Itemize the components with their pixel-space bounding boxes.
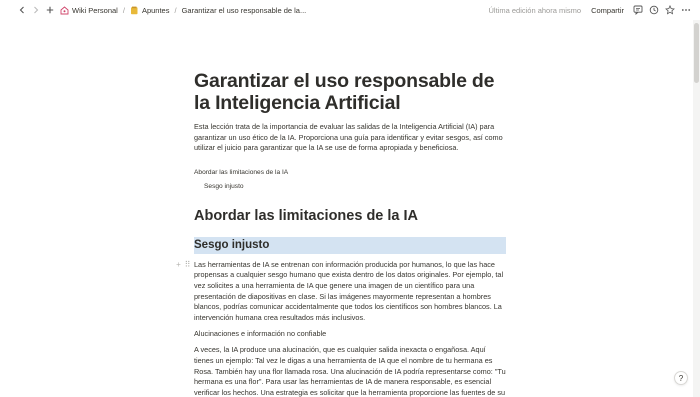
add-block-plus-icon[interactable]: + [174, 260, 183, 269]
paragraph-text[interactable]: A veces, la IA produce una alucinación, … [194, 345, 506, 397]
breadcrumb-item-current-page[interactable]: Garantizar el uso responsable de la... [182, 6, 307, 15]
subsection-heading-selected[interactable]: Sesgo injusto [194, 236, 506, 254]
breadcrumb-item-apuntes[interactable]: Apuntes [142, 6, 170, 15]
breadcrumb-separator: / [122, 5, 125, 15]
wiki-icon [60, 5, 69, 15]
paragraph-text[interactable]: Las herramientas de IA se entrenan con i… [194, 260, 506, 324]
forward-arrow-icon[interactable] [30, 4, 42, 16]
page-title[interactable]: Garantizar el uso responsable de la Inte… [194, 70, 506, 114]
page-content: Garantizar el uso responsable de la Inte… [176, 70, 506, 397]
table-of-contents: Abordar las limitaciones de la IA Sesgo … [194, 168, 506, 192]
breadcrumb-separator: / [174, 5, 177, 15]
scrollbar-thumb[interactable] [694, 23, 699, 83]
topbar-actions: Última edición ahora mismo Compartir [489, 0, 700, 20]
paragraph-subheading[interactable]: Alucinaciones e información no confiable [194, 329, 506, 339]
last-edited-text: Última edición ahora mismo [488, 5, 582, 15]
toc-item[interactable]: Sesgo injusto [194, 182, 506, 192]
share-button[interactable]: Compartir [591, 6, 624, 15]
new-page-plus-icon[interactable] [44, 4, 56, 16]
drag-handle-icon[interactable]: ⠿ [183, 260, 192, 269]
more-options-icon[interactable] [680, 4, 692, 16]
paragraph-block: + ⠿ Las herramientas de IA se entrenan c… [176, 260, 506, 324]
intro-paragraph[interactable]: Esta lección trata de la importancia de … [194, 122, 506, 154]
back-arrow-icon[interactable] [16, 4, 28, 16]
folder-icon [130, 6, 139, 15]
comment-icon[interactable] [632, 4, 644, 16]
section-heading[interactable]: Abordar las limitaciones de la IA [194, 208, 506, 225]
block-handle: + ⠿ [174, 260, 192, 269]
favorite-star-icon[interactable] [664, 4, 676, 16]
scrollbar[interactable] [693, 20, 700, 397]
breadcrumb-item-wiki[interactable]: Wiki Personal [72, 6, 118, 15]
toc-item[interactable]: Abordar las limitaciones de la IA [194, 168, 506, 178]
help-button[interactable]: ? [674, 371, 688, 385]
top-bar: Wiki Personal / Apuntes / Garantizar el … [0, 0, 700, 20]
breadcrumb: Wiki Personal / Apuntes / Garantizar el … [60, 6, 306, 15]
history-clock-icon[interactable] [648, 4, 660, 16]
